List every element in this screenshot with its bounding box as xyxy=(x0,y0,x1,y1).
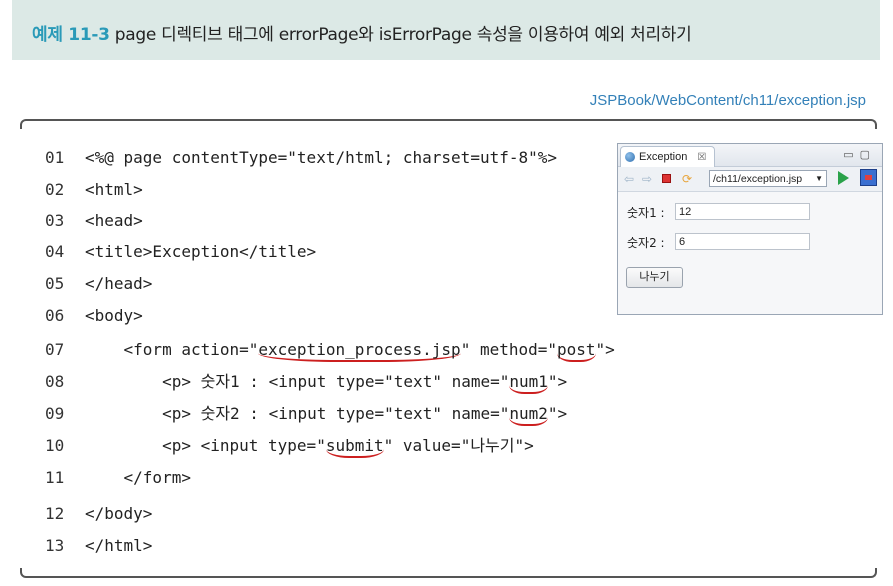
file-path: JSPBook/WebContent/ch11/exception.jsp xyxy=(589,92,866,109)
code-text: </head> xyxy=(85,274,153,293)
code-text: <%@ page contentType="text/html; charset… xyxy=(85,148,558,167)
code-line: 10 <p> <input type="submit" value="나누기"> xyxy=(45,436,534,458)
code-line: 02 <html> xyxy=(45,180,143,200)
code-text: "> xyxy=(595,340,615,359)
globe-icon xyxy=(625,152,635,162)
line-number: 13 xyxy=(45,536,65,555)
submit-button[interactable]: 나누기 xyxy=(626,267,683,288)
field2-label: 숫자2 : xyxy=(627,236,665,250)
browser-window: Exception ☒ ▭▢ ⇦ ⇨ ⟳ /ch11/exception.jsp… xyxy=(617,143,883,315)
code-text: " method=" xyxy=(460,340,558,359)
refresh-icon[interactable]: ⟳ xyxy=(682,172,692,186)
line-number: 12 xyxy=(45,504,65,523)
code-text: "> xyxy=(547,404,568,423)
code-line: 05 </head> xyxy=(45,274,152,294)
window-controls[interactable]: ▭▢ xyxy=(843,148,876,161)
line-number: 09 xyxy=(45,404,65,423)
code-line: 08 <p> 숫자1 : <input type="text" name="nu… xyxy=(45,372,568,394)
highlighted-code: submit xyxy=(325,436,384,458)
browser-toolbar: ⇦ ⇨ ⟳ /ch11/exception.jsp ▼ xyxy=(618,167,882,192)
code-text: " value="나누기"> xyxy=(383,436,534,455)
stop-icon[interactable] xyxy=(662,174,671,183)
num1-input[interactable]: 12 xyxy=(675,203,810,220)
line-number: 10 xyxy=(45,436,65,455)
browser-tab[interactable]: Exception ☒ xyxy=(620,146,716,167)
code-line: 01 <%@ page contentType="text/html; chars… xyxy=(45,148,557,168)
line-number: 04 xyxy=(45,242,65,261)
line-number: 02 xyxy=(45,180,65,199)
external-browser-icon[interactable] xyxy=(860,169,877,186)
field1-label: 숫자1 : xyxy=(627,206,665,220)
highlighted-code: num2 xyxy=(509,404,548,426)
browser-tabbar: Exception ☒ ▭▢ xyxy=(618,144,882,167)
highlighted-code: post xyxy=(557,340,596,362)
code-line: 03 <head> xyxy=(45,211,143,231)
line-number: 03 xyxy=(45,211,65,230)
num2-input[interactable]: 6 xyxy=(675,233,810,250)
chevron-down-icon[interactable]: ▼ xyxy=(815,171,823,187)
code-line: 04 <title>Exception</title> xyxy=(45,242,316,262)
line-number: 01 xyxy=(45,148,65,167)
forward-icon[interactable]: ⇨ xyxy=(642,172,652,186)
code-text: <title>Exception</title> xyxy=(85,242,317,261)
line-number: 07 xyxy=(45,340,65,359)
line-number: 05 xyxy=(45,274,65,293)
code-text: <html> xyxy=(85,180,143,199)
code-line: 06 <body> xyxy=(45,306,143,326)
code-text: <form action=" xyxy=(85,340,259,359)
line-number: 08 xyxy=(45,372,65,391)
url-text: /ch11/exception.jsp xyxy=(713,173,803,185)
code-text: "> xyxy=(547,372,568,391)
code-line: 11 </form> xyxy=(45,468,191,488)
go-icon[interactable] xyxy=(838,171,849,185)
code-line: 07 <form action="exception_process.jsp" … xyxy=(45,340,615,362)
url-field[interactable]: /ch11/exception.jsp ▼ xyxy=(709,170,827,187)
code-text: <p> <input type=" xyxy=(85,436,326,455)
example-label: 예제 11-3 xyxy=(32,25,110,45)
code-text: </body> xyxy=(85,504,153,523)
example-title-text: page 디렉티브 태그에 errorPage와 isErrorPage 속성을… xyxy=(114,25,692,45)
code-text: <head> xyxy=(85,211,143,230)
back-icon[interactable]: ⇦ xyxy=(624,172,634,186)
code-text: </html> xyxy=(85,536,153,555)
code-text: <p> 숫자1 : <input type="text" name=" xyxy=(85,372,510,391)
line-number: 06 xyxy=(45,306,65,325)
code-text: <p> 숫자2 : <input type="text" name=" xyxy=(85,404,510,423)
tab-title: Exception xyxy=(639,150,688,163)
code-line: 09 <p> 숫자2 : <input type="text" name="nu… xyxy=(45,404,568,426)
code-line: 12 </body> xyxy=(45,504,152,524)
code-frame-bottom xyxy=(20,568,877,578)
highlighted-code: exception_process.jsp xyxy=(258,340,461,362)
code-text: <body> xyxy=(85,306,143,325)
code-text: </form> xyxy=(85,468,191,487)
code-frame-top xyxy=(20,119,877,129)
line-number: 11 xyxy=(45,468,65,487)
close-icon[interactable]: ☒ xyxy=(697,148,706,167)
example-title: 예제 11-3 page 디렉티브 태그에 errorPage와 isError… xyxy=(32,20,692,45)
highlighted-code: num1 xyxy=(509,372,548,394)
code-line: 13 </html> xyxy=(45,536,152,556)
